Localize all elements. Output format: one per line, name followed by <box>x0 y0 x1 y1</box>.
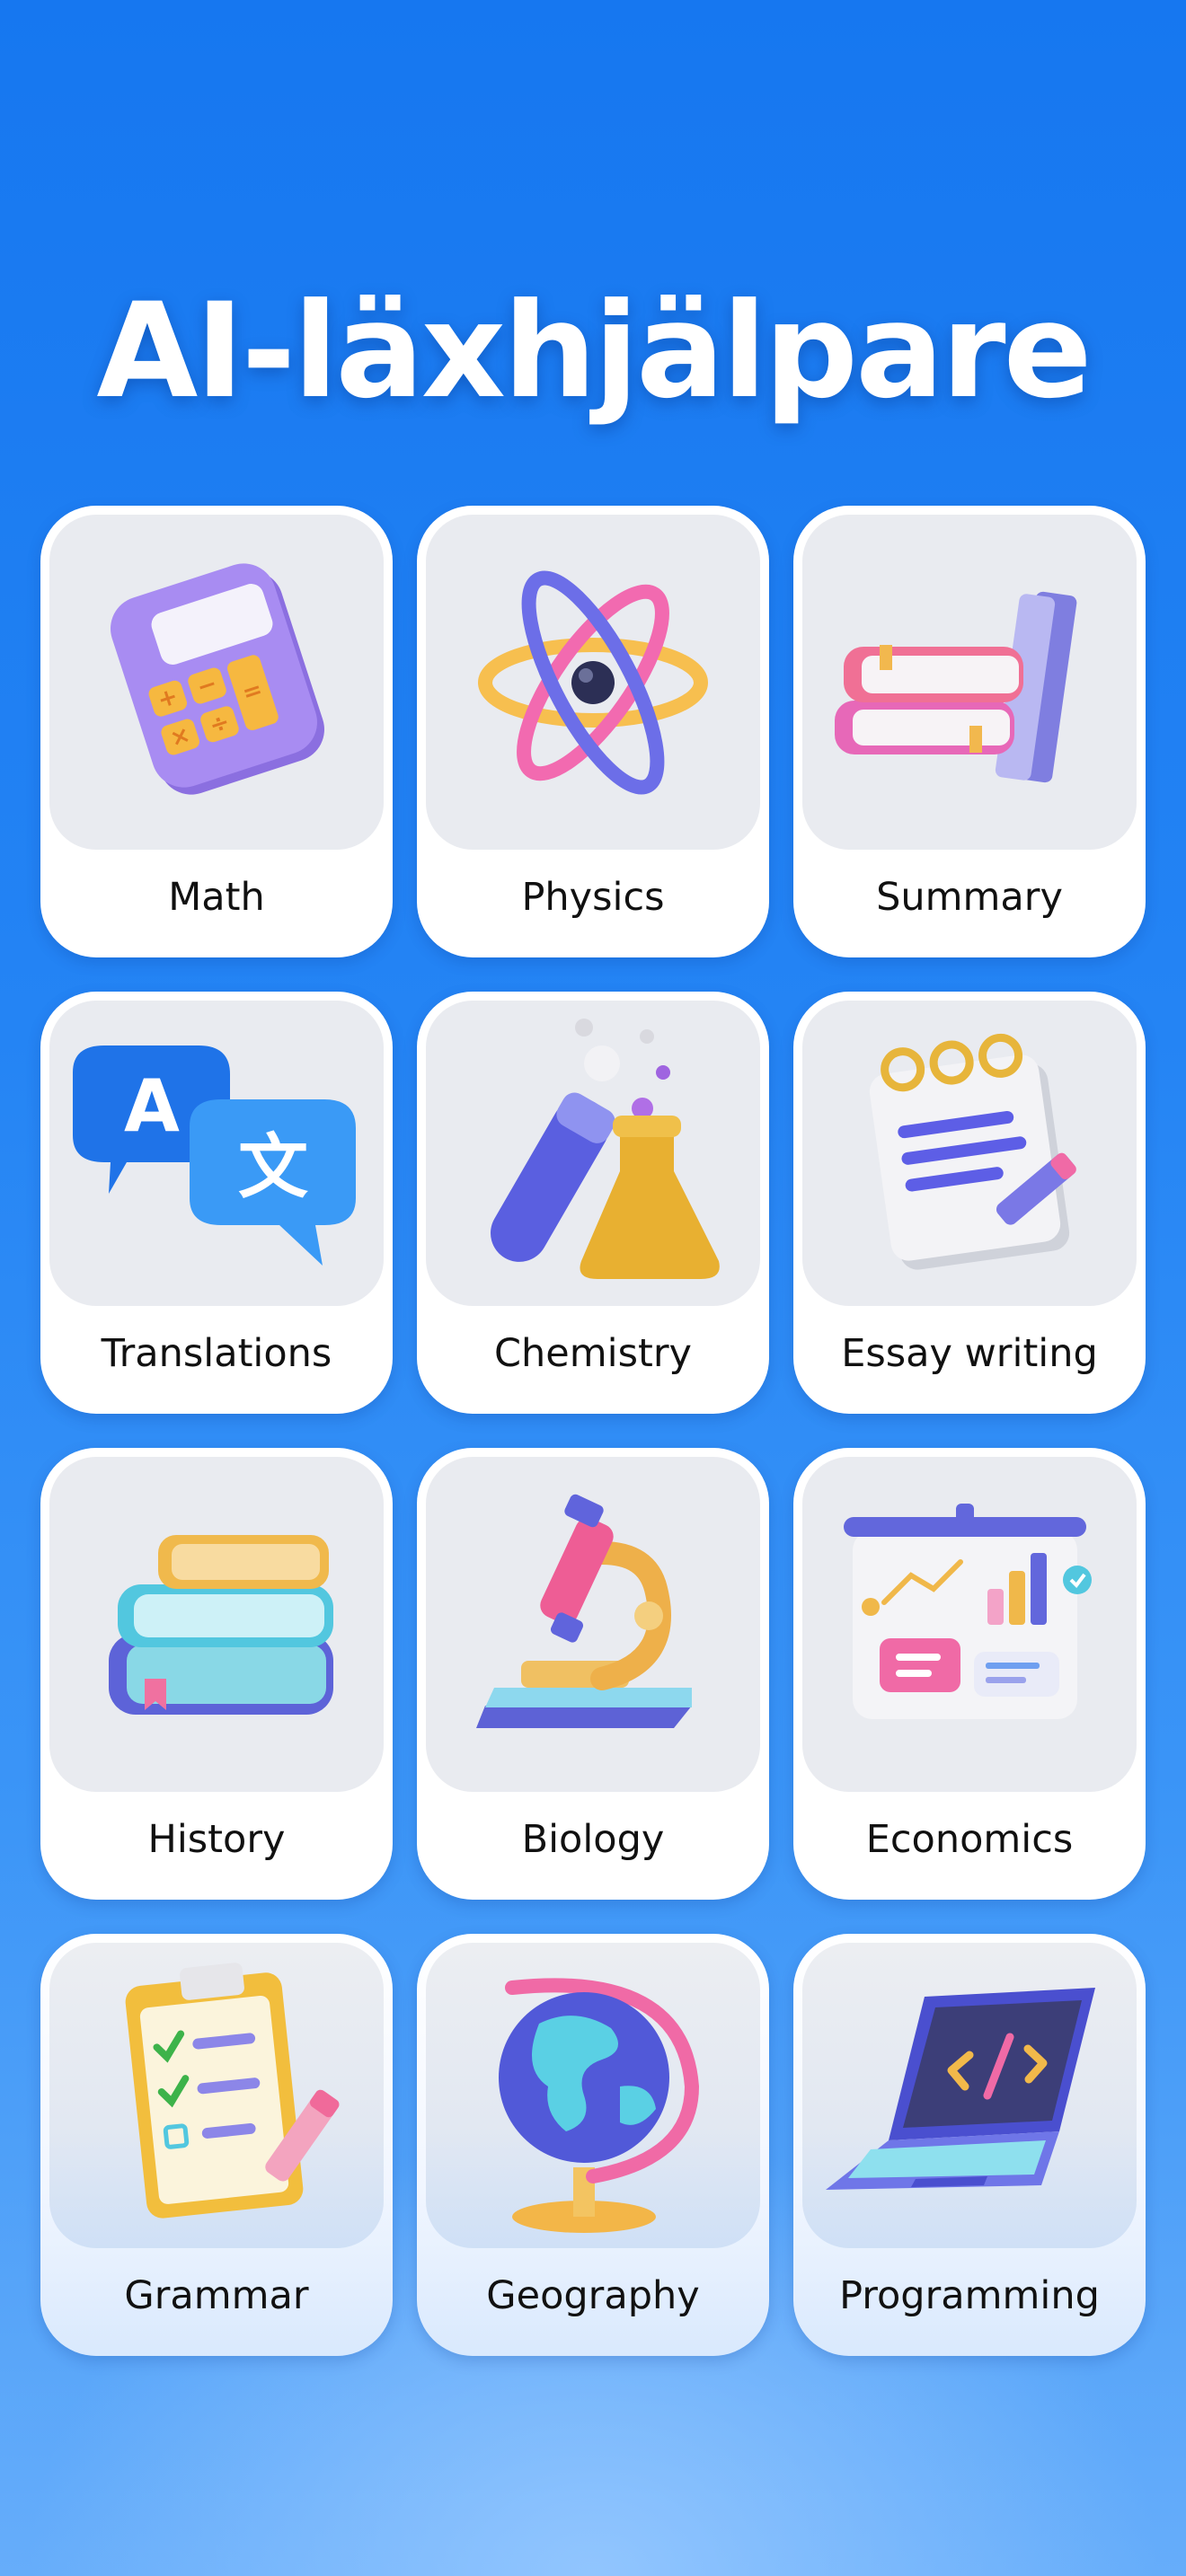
subject-card-economics[interactable]: Economics <box>793 1448 1146 1900</box>
subject-card-programming[interactable]: Programming <box>793 1934 1146 2356</box>
subject-label: Grammar <box>124 2273 309 2318</box>
subject-card-math[interactable]: + − × ÷ = Math <box>40 506 393 957</box>
subject-card-summary[interactable]: Summary <box>793 506 1146 957</box>
subject-label: Essay writing <box>841 1331 1098 1376</box>
subject-label: Economics <box>865 1817 1074 1862</box>
subject-label: Geography <box>486 2273 700 2318</box>
subject-card-history[interactable]: History <box>40 1448 393 1900</box>
calculator-icon: + − × ÷ = <box>49 515 384 850</box>
subject-label: Summary <box>876 875 1063 920</box>
notepad-pencil-icon <box>802 1001 1137 1306</box>
subject-card-grammar[interactable]: Grammar <box>40 1934 393 2356</box>
subject-card-physics[interactable]: Physics <box>417 506 769 957</box>
subject-label: Programming <box>839 2273 1100 2318</box>
test-tube-flask-icon <box>426 1001 760 1306</box>
subject-label: Biology <box>521 1817 665 1862</box>
subject-card-essay-writing[interactable]: Essay writing <box>793 992 1146 1414</box>
subject-grid: + − × ÷ = Math Physics Summary A 文 Trans… <box>40 506 1146 2356</box>
checklist-clipboard-icon <box>49 1943 384 2248</box>
subject-card-geography[interactable]: Geography <box>417 1934 769 2356</box>
globe-icon <box>426 1943 760 2248</box>
svg-text:A: A <box>124 1064 180 1148</box>
microscope-icon <box>426 1457 760 1792</box>
laptop-code-icon <box>802 1943 1137 2248</box>
translate-bubbles-icon: A 文 <box>49 1001 384 1306</box>
presentation-board-icon <box>802 1457 1137 1792</box>
subject-label: Translations <box>101 1331 332 1376</box>
subject-card-biology[interactable]: Biology <box>417 1448 769 1900</box>
atom-icon <box>426 515 760 850</box>
page-title: AI-läxhjälpare <box>96 274 1092 428</box>
svg-text:文: 文 <box>238 1127 308 1208</box>
subject-card-chemistry[interactable]: Chemistry <box>417 992 769 1414</box>
subject-card-translations[interactable]: A 文 Translations <box>40 992 393 1414</box>
subject-label: History <box>147 1817 286 1862</box>
books-icon <box>802 515 1137 850</box>
subject-label: Math <box>168 875 265 920</box>
subject-label: Chemistry <box>494 1331 692 1376</box>
book-stack-icon <box>49 1457 384 1792</box>
subject-label: Physics <box>521 875 665 920</box>
